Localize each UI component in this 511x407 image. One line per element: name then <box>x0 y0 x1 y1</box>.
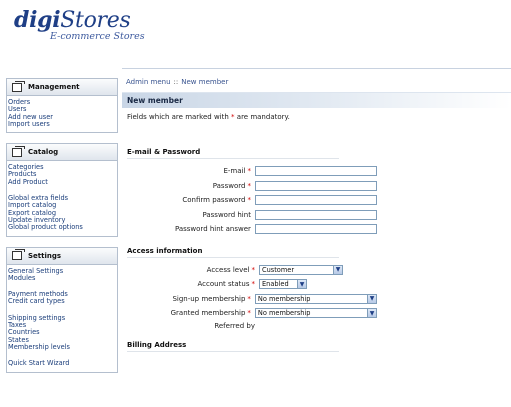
email-password-group: E-mail & Password E-mail * Password * Conf… <box>127 148 377 237</box>
settings-title: Settings <box>28 251 62 260</box>
referred-by-label: Referred by <box>214 321 255 330</box>
sidebar-item-credit-card-types[interactable]: Credit card types <box>8 298 117 306</box>
group-title-email-password: E-mail & Password <box>127 148 201 156</box>
catalog-title: Catalog <box>28 148 59 157</box>
sidebar-item-global-product-options[interactable]: Global product options <box>8 223 117 231</box>
account-status-select[interactable]: Enabled ▼ <box>259 279 307 290</box>
chevron-down-icon[interactable]: ▼ <box>367 309 376 318</box>
chevron-down-icon[interactable]: ▼ <box>333 265 342 274</box>
breadcrumb-admin-menu[interactable]: Admin menu <box>126 78 171 86</box>
email-label: E-mail * <box>223 167 251 176</box>
sidebar-item-membership-levels[interactable]: Membership levels <box>8 343 117 351</box>
row-password-hint-answer: Password hint answer <box>127 222 377 237</box>
password-hint-answer-label: Password hint answer <box>174 225 251 234</box>
group-title-access-information: Access information <box>127 246 203 255</box>
logo-title: digiStores <box>14 7 131 33</box>
row-signup-membership: Sign-up membership * No membership ▼ <box>127 292 377 307</box>
granted-membership-select[interactable]: No membership ▼ <box>254 308 377 319</box>
granted-membership-label: Granted membership * <box>170 309 251 318</box>
confirm-password-label: Confirm password * <box>182 196 251 205</box>
signup-membership-select[interactable]: No membership ▼ <box>254 293 377 304</box>
password-label: Password * <box>212 181 251 190</box>
row-email: E-mail * <box>127 164 377 179</box>
page-title: New member <box>122 92 511 108</box>
catalog-header: Catalog <box>7 144 117 162</box>
billing-address-group: Billing Address <box>127 341 377 352</box>
row-confirm-password: Confirm password * <box>127 193 377 208</box>
access-information-group: Access information Access level * Custome… <box>127 247 377 331</box>
window-icon <box>12 145 25 157</box>
sidebar-item-import-users[interactable]: Import users <box>8 120 117 128</box>
catalog-box: Catalog Categories Products Add Product … <box>6 143 118 237</box>
password-hint-label: Password hint <box>202 210 251 219</box>
group-title-billing-address: Billing Address <box>127 340 187 349</box>
sidebar-item-add-product[interactable]: Add Product <box>8 178 117 186</box>
window-icon <box>12 80 25 92</box>
password-field[interactable] <box>254 180 377 191</box>
password-hint-field[interactable] <box>254 209 377 220</box>
header-divider <box>122 68 511 69</box>
sidebar-item-modules[interactable]: Modules <box>8 274 117 282</box>
row-password: Password * <box>127 179 377 194</box>
row-referred-by: Referred by <box>127 321 377 331</box>
window-icon <box>12 249 25 261</box>
row-granted-membership: Granted membership * No membership ▼ <box>127 306 377 321</box>
settings-box: Settings General Settings Modules Paymen… <box>6 246 118 373</box>
chevron-down-icon[interactable]: ▼ <box>297 280 306 289</box>
row-access-level: Access level * Customer ▼ <box>127 263 377 278</box>
chevron-down-icon[interactable]: ▼ <box>367 294 376 303</box>
email-field[interactable] <box>254 166 377 177</box>
management-header: Management <box>7 79 117 96</box>
breadcrumb-separator: :: <box>173 78 179 86</box>
signup-membership-label: Sign-up membership * <box>172 294 251 303</box>
breadcrumb-current: New member <box>181 78 229 86</box>
main-content: Admin menu:: New member New member Fields… <box>122 78 511 357</box>
access-level-label: Access level * <box>206 265 255 274</box>
management-box: Management Orders Users Add new user Imp… <box>6 78 118 134</box>
access-level-select[interactable]: Customer ▼ <box>259 264 343 275</box>
breadcrumb: Admin menu:: New member <box>122 78 511 92</box>
row-password-hint: Password hint <box>127 208 377 223</box>
row-account-status: Account status * Enabled ▼ <box>127 277 377 292</box>
sidebar-item-quick-start-wizard[interactable]: Quick Start Wizard <box>8 359 117 367</box>
logo-subtitle: E-commerce Stores <box>50 31 145 42</box>
confirm-password-field[interactable] <box>254 195 377 206</box>
mandatory-note: Fields which are marked with * are manda… <box>127 113 290 121</box>
logo: digiStores E-commerce Stores <box>14 8 145 42</box>
password-hint-answer-field[interactable] <box>254 224 377 235</box>
settings-header: Settings <box>7 247 117 265</box>
management-title: Management <box>28 83 80 91</box>
sidebar: Management Orders Users Add new user Imp… <box>0 78 118 383</box>
account-status-label: Account status * <box>197 280 256 289</box>
